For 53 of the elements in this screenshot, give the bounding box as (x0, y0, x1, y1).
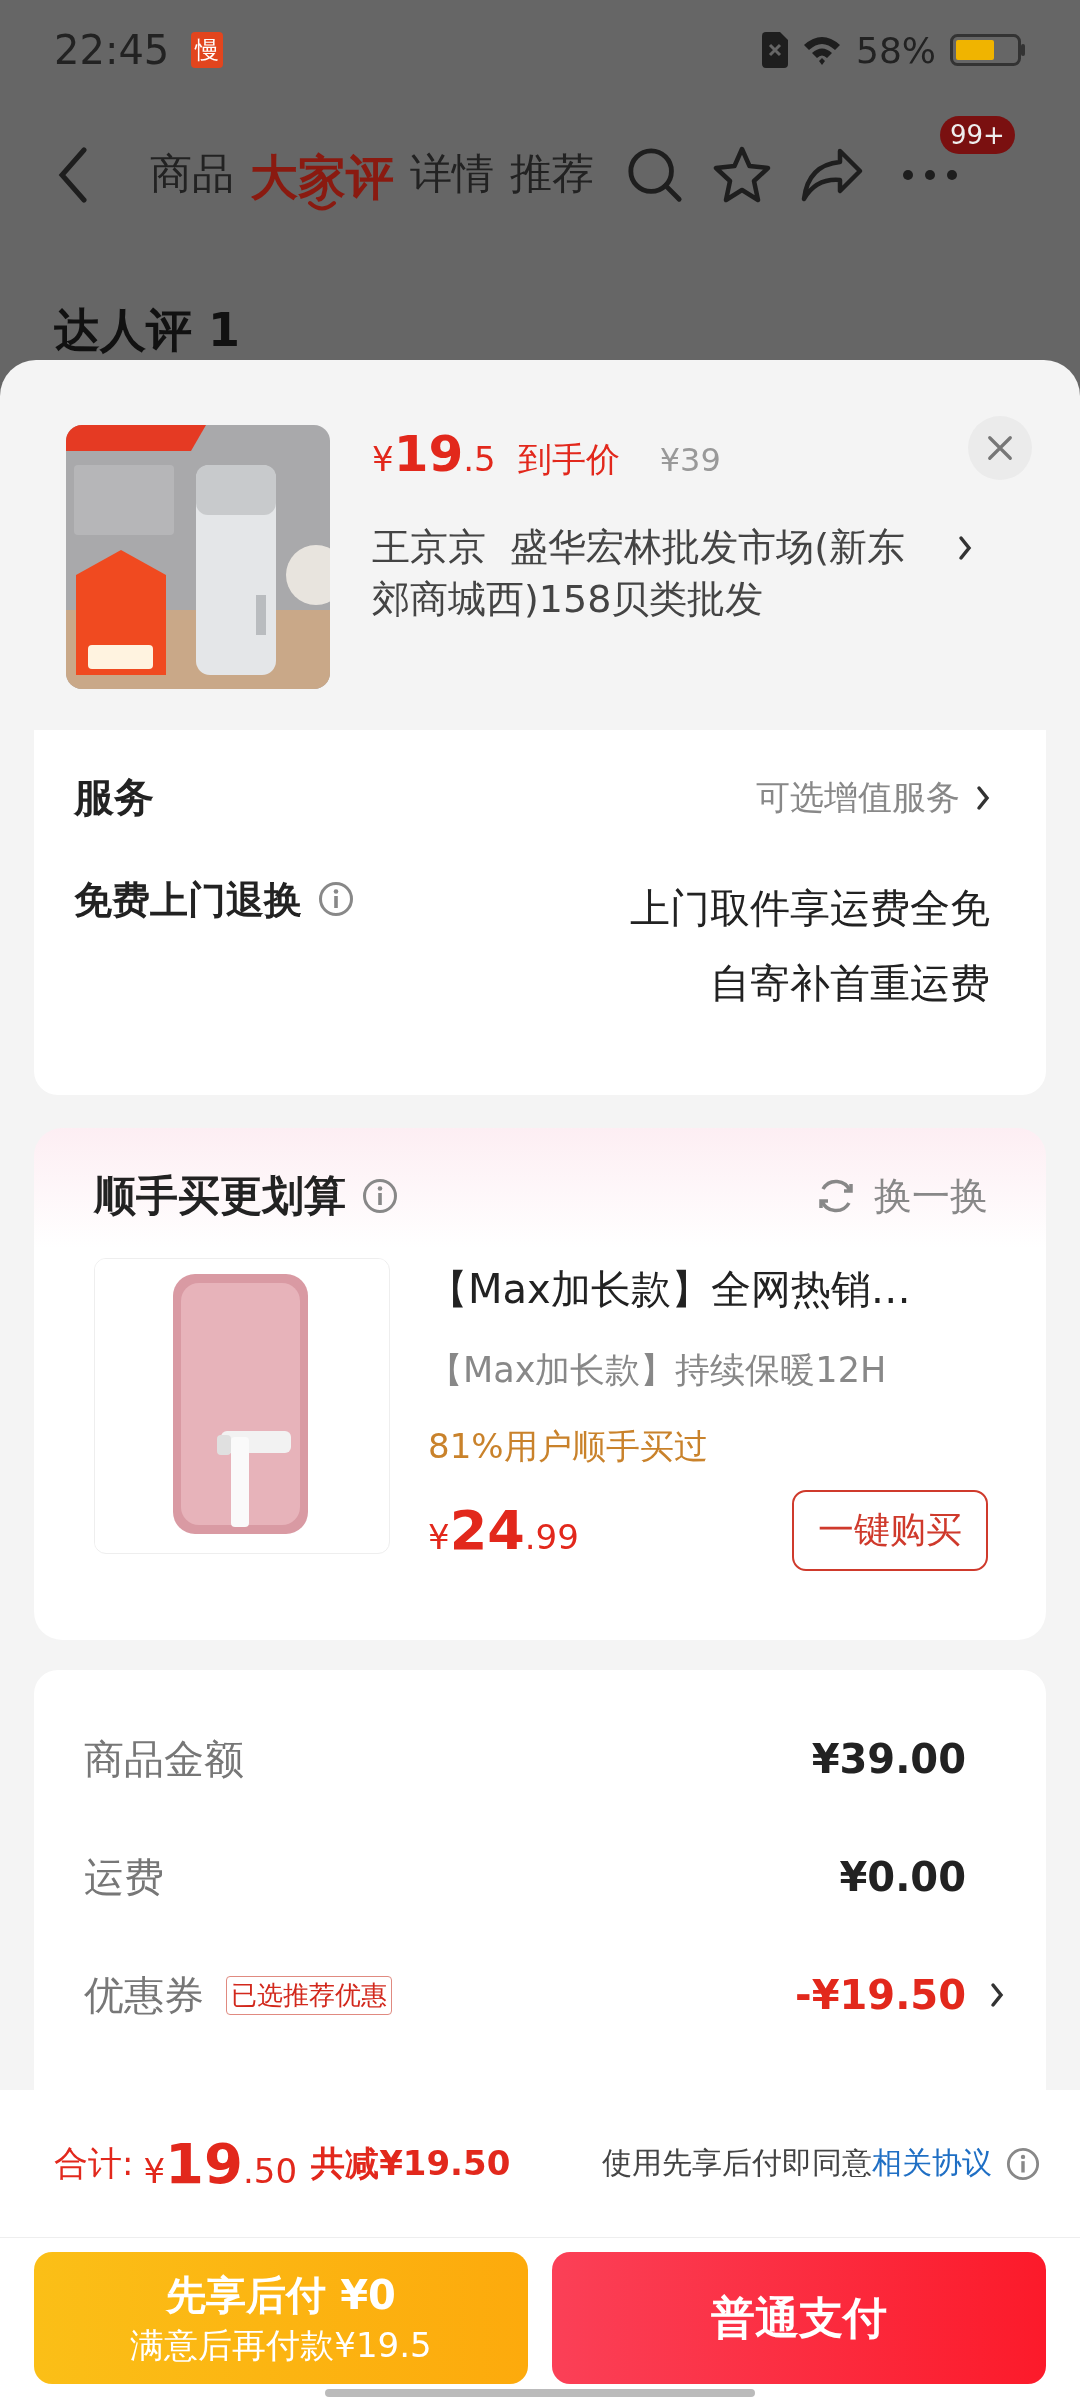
info-icon[interactable] (362, 1178, 398, 1214)
summary-label: 优惠券 (84, 1970, 204, 2020)
pay-later-button[interactable]: 先享后付 ¥0 满意后再付款¥19.5 (34, 2252, 528, 2384)
product-subtitle: 【Max加长款】持续保暖12H (428, 1349, 888, 1392)
total-discount: 共减¥19.50 (311, 2141, 511, 2185)
star-icon[interactable] (712, 145, 772, 205)
service-detail: 自寄补首重运费 (710, 959, 990, 1008)
total-label: 合计: (54, 2141, 134, 2185)
price-label: 到手价 (517, 438, 620, 481)
battery-icon (950, 34, 1026, 66)
summary-value[interactable]: -¥19.50 (795, 1972, 966, 2018)
nav-tab[interactable]: 商品 (146, 150, 238, 212)
nav-tab[interactable]: 推荐 (506, 150, 598, 212)
coupon-tag: 已选推荐优惠 (226, 1975, 392, 2015)
back-icon[interactable] (58, 147, 88, 203)
total-price: ¥19.50 (143, 2131, 298, 2196)
chevron-icon[interactable] (990, 1982, 1004, 2008)
app-notification-badge: 慢 (191, 32, 224, 68)
wifi-icon (802, 35, 842, 65)
sim-off-icon (762, 32, 788, 68)
service-detail: 上门取件享运费全免 (630, 884, 990, 933)
search-icon[interactable] (626, 146, 684, 204)
refresh-button[interactable]: 换一换 (874, 1170, 988, 1222)
services-title: 服务 (74, 773, 155, 822)
info-icon[interactable] (318, 881, 354, 917)
battery-percent: 58% (856, 29, 936, 71)
product-price: ¥24.99 (428, 1499, 579, 1562)
product-title[interactable]: 【Max加长款】全网热销… (428, 1262, 988, 1317)
service-name: 免费上门退换 (74, 877, 302, 924)
info-icon[interactable] (1006, 2146, 1040, 2181)
chevron-icon[interactable] (958, 535, 972, 561)
summary-value: ¥39.00 (811, 1736, 966, 1782)
summary-label: 运费 (84, 1852, 164, 1902)
pay-button[interactable]: 普通支付 (552, 2252, 1046, 2384)
status-time: 22:45 (54, 27, 170, 73)
summary-value: ¥0.00 (839, 1854, 966, 1900)
summary-label: 商品金额 (84, 1734, 244, 1784)
original-price: ¥39 (659, 441, 721, 479)
close-icon[interactable] (986, 434, 1014, 462)
notification-badge: 99+ (940, 115, 1015, 154)
share-icon[interactable] (800, 147, 864, 203)
final-price: ¥19.5 (372, 425, 496, 483)
seller-name[interactable]: 王京京 盛华宏林批发市场(新东郊商城西)158贝类批发 (372, 521, 940, 625)
one-click-buy-button[interactable]: 一键购买 (792, 1490, 988, 1571)
nav-tab[interactable]: 详情 (406, 150, 498, 212)
section-heading: 达人评 1 (54, 303, 241, 357)
agreement-text: 使用先享后付即同意相关协议 (602, 2144, 992, 2182)
chevron-icon[interactable] (976, 784, 990, 811)
add-on-title: 顺手买更划算 (94, 1170, 346, 1222)
purchase-stat: 81%用户顺手买过 (428, 1425, 709, 1468)
more-icon[interactable] (902, 168, 958, 181)
agreement-link[interactable]: 相关协议 (872, 2145, 992, 2180)
value-added-services-link[interactable]: 可选增值服务 (756, 774, 960, 821)
